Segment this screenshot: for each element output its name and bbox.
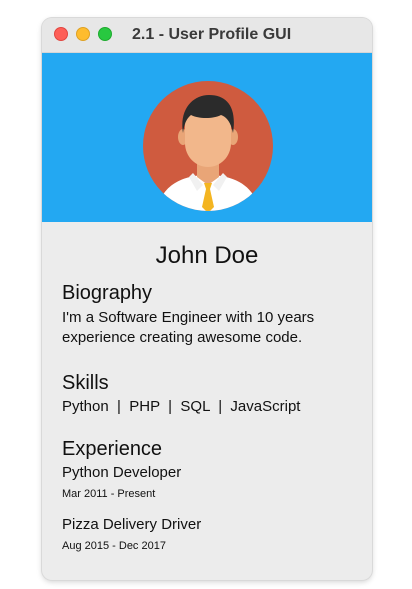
skills-heading: Skills bbox=[62, 372, 109, 394]
experience-item-dates: Aug 2015 - Dec 2017 bbox=[62, 540, 166, 552]
title-bar[interactable]: 2.1 - User Profile GUI bbox=[42, 18, 372, 53]
profile-header bbox=[42, 53, 372, 222]
maximize-window-button[interactable] bbox=[98, 27, 112, 41]
biography-line-1: I'm a Software Engineer with 10 years bbox=[62, 309, 315, 326]
biography-line-2: experience creating awesome code. bbox=[62, 329, 303, 346]
skills-list: Python | PHP | SQL | JavaScript bbox=[62, 398, 301, 415]
minimize-window-button[interactable] bbox=[76, 27, 90, 41]
experience-item-title: Python Developer bbox=[62, 464, 182, 481]
experience-item-dates: Mar 2011 - Present bbox=[62, 488, 156, 500]
experience-heading: Experience bbox=[62, 438, 163, 460]
profile-name: John Doe bbox=[155, 242, 259, 269]
close-window-button[interactable] bbox=[54, 27, 68, 41]
experience-item-title: Pizza Delivery Driver bbox=[62, 516, 202, 533]
user-avatar-icon bbox=[143, 81, 273, 211]
window-title: 2.1 - User Profile GUI bbox=[132, 26, 292, 43]
app-window: 2.1 - User Profile GUI John Doe Biograph… bbox=[42, 18, 372, 580]
biography-heading: Biography bbox=[62, 282, 153, 304]
